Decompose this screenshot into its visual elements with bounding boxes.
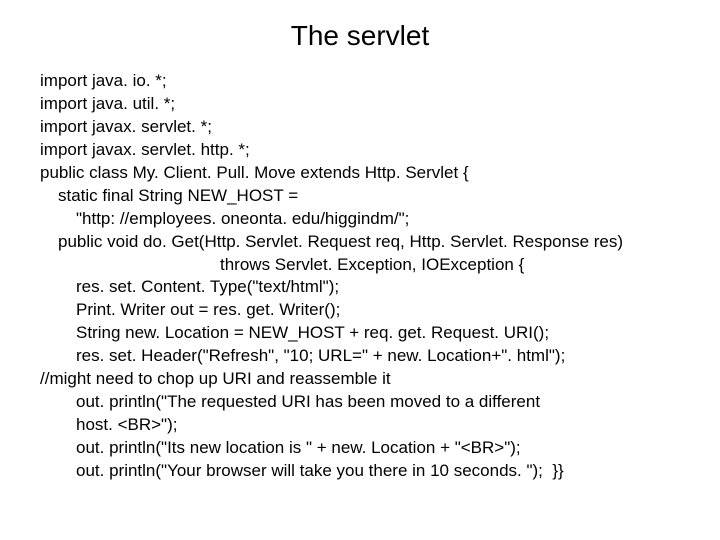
code-line: import java. util. *; <box>40 93 680 116</box>
code-line: String new. Location = NEW_HOST + req. g… <box>40 322 680 345</box>
code-line: import javax. servlet. *; <box>40 116 680 139</box>
slide-container: The servlet import java. io. *;import ja… <box>0 0 720 540</box>
code-line: out. println("Its new location is " + ne… <box>40 437 680 460</box>
slide-title: The servlet <box>40 20 680 52</box>
code-line: out. println("Your browser will take you… <box>40 460 680 483</box>
code-line: "http: //employees. oneonta. edu/higgind… <box>40 208 680 231</box>
code-line: public class My. Client. Pull. Move exte… <box>40 162 680 185</box>
code-line: public void do. Get(Http. Servlet. Reque… <box>40 231 680 254</box>
code-line: import java. io. *; <box>40 70 680 93</box>
code-line: res. set. Content. Type("text/html"); <box>40 276 680 299</box>
code-line: out. println("The requested URI has been… <box>40 391 680 414</box>
code-line: host. <BR>"); <box>40 414 680 437</box>
code-line: Print. Writer out = res. get. Writer(); <box>40 299 680 322</box>
code-line: import javax. servlet. http. *; <box>40 139 680 162</box>
code-line: //might need to chop up URI and reassemb… <box>40 368 680 391</box>
code-block: import java. io. *;import java. util. *;… <box>40 70 680 483</box>
code-line: throws Servlet. Exception, IOException { <box>40 254 680 277</box>
code-line: static final String NEW_HOST = <box>40 185 680 208</box>
code-line: res. set. Header("Refresh", "10; URL=" +… <box>40 345 680 368</box>
